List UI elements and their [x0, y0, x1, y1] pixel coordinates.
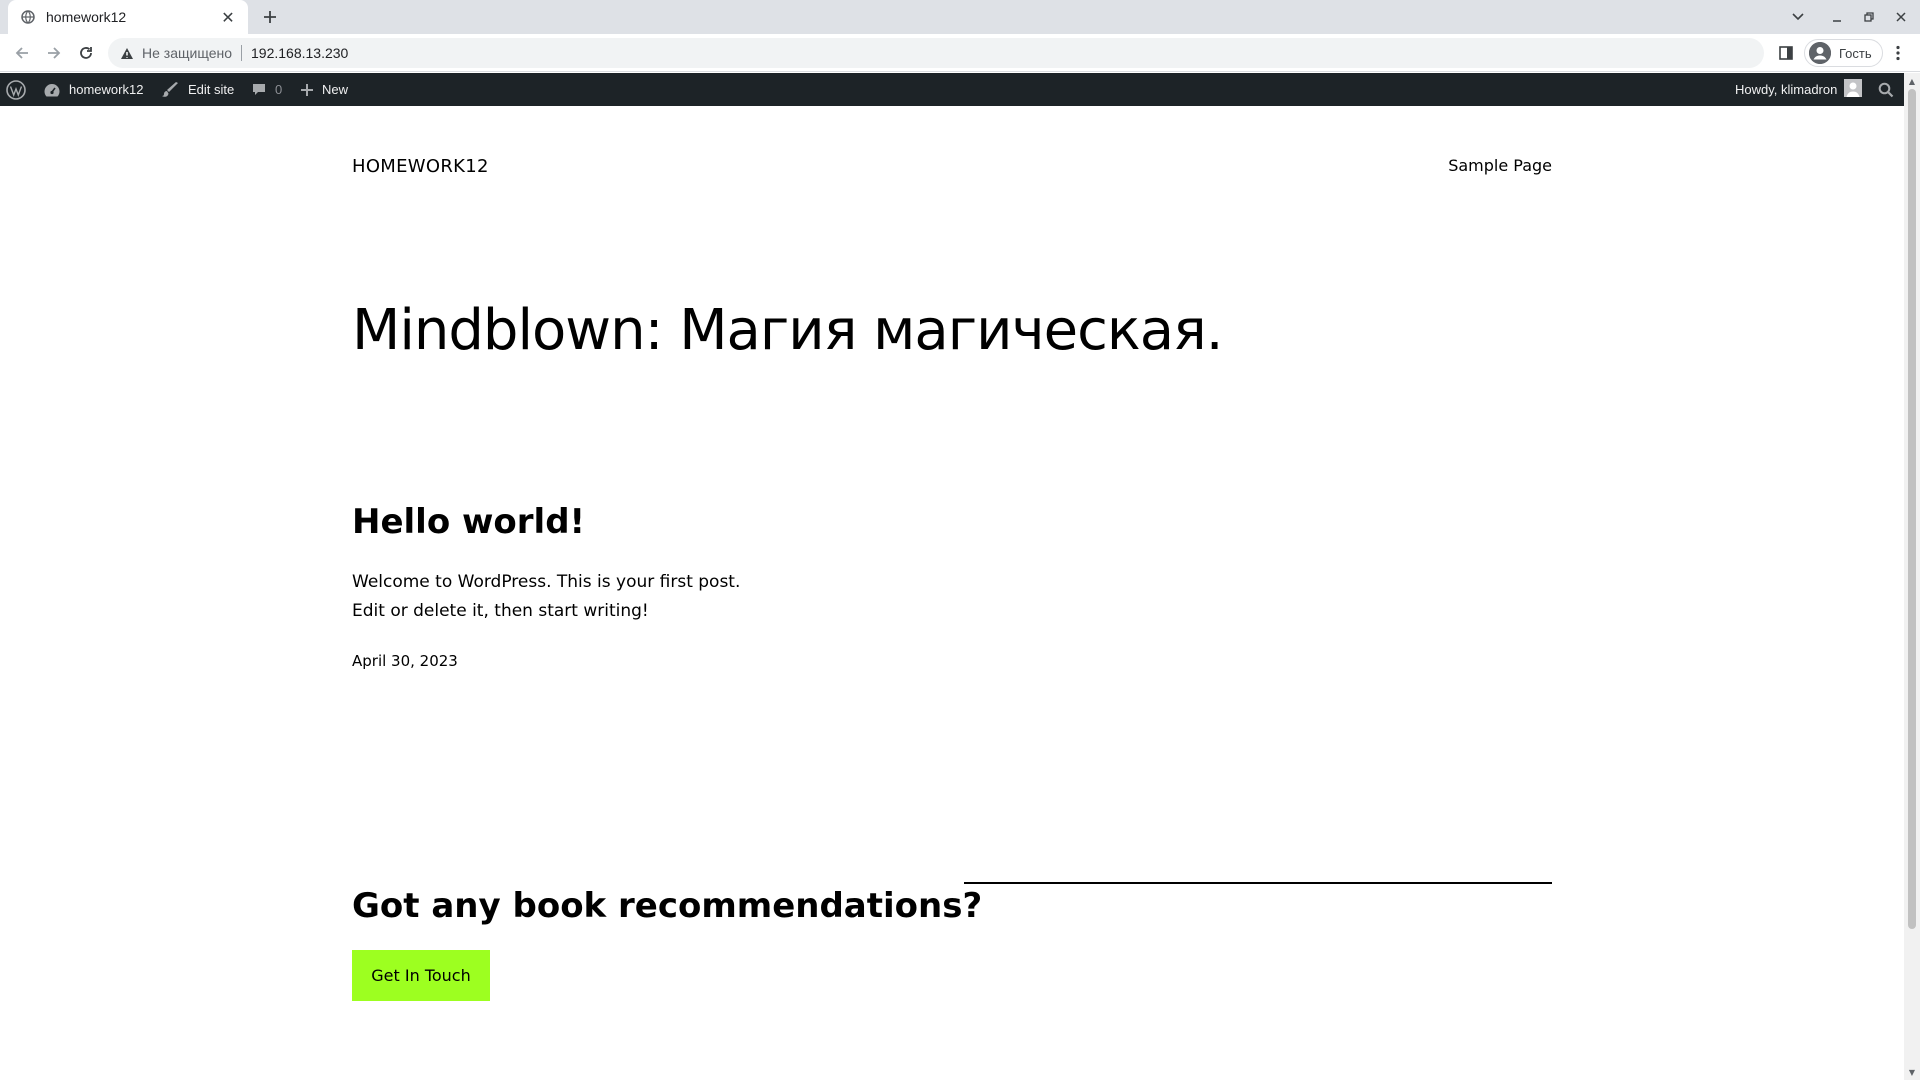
- plus-icon: [300, 83, 314, 97]
- howdy-label: Howdy, klimadron: [1735, 82, 1838, 97]
- plus-icon: [264, 11, 276, 23]
- my-account-menu[interactable]: Howdy, klimadron: [1735, 73, 1863, 106]
- post-title[interactable]: Hello world!: [352, 502, 585, 542]
- warning-icon[interactable]: [118, 44, 136, 62]
- search-icon: [1878, 82, 1894, 97]
- browser-toolbar: Не защищено 192.168.13.230 Гость: [0, 34, 1920, 72]
- scroll-down-icon[interactable]: ▼: [1908, 1067, 1916, 1077]
- new-content-menu[interactable]: New: [300, 73, 348, 106]
- avatar-icon: [1844, 79, 1863, 100]
- side-panel-button[interactable]: [1774, 41, 1798, 65]
- profile-name: Гость: [1839, 45, 1872, 61]
- post-excerpt: Welcome to WordPress. This is your first…: [352, 568, 772, 626]
- page-content: HOMEWORK12 Sample Page Mindblown: Магия …: [0, 106, 1904, 1080]
- page-scrollbar[interactable]: ▲ ▼: [1904, 73, 1920, 1080]
- close-window-button[interactable]: [1890, 6, 1912, 28]
- edit-site-link[interactable]: Edit site: [162, 73, 234, 106]
- admin-search-button[interactable]: [1878, 73, 1894, 106]
- profile-icon: [1809, 42, 1831, 64]
- minimize-button[interactable]: [1826, 6, 1848, 28]
- separator-line: [964, 882, 1552, 884]
- tab-title: homework12: [46, 9, 127, 25]
- reload-button[interactable]: [72, 39, 100, 67]
- reload-icon: [80, 47, 92, 59]
- globe-icon: [20, 9, 36, 25]
- brush-icon: [162, 81, 180, 98]
- wp-logo-button[interactable]: [6, 73, 26, 106]
- security-label[interactable]: Не защищено: [142, 45, 232, 61]
- more-icon: [1896, 45, 1900, 61]
- new-label: New: [322, 82, 349, 97]
- restore-icon: [1864, 12, 1874, 22]
- edit-site-label: Edit site: [188, 82, 235, 97]
- forward-icon: [48, 47, 61, 59]
- comments-link[interactable]: 0: [251, 73, 282, 106]
- wp-admin-bar: homework12 Edit site 0 New Howdy, klimad…: [0, 73, 1920, 106]
- post-excerpt-line: Welcome to WordPress. This is your first…: [352, 572, 741, 592]
- post-date[interactable]: April 30, 2023: [352, 652, 458, 670]
- omnibox-divider: [241, 45, 242, 61]
- nav-sample-page[interactable]: Sample Page: [1448, 156, 1552, 175]
- get-in-touch-button[interactable]: Get In Touch: [352, 950, 490, 1001]
- close-icon[interactable]: ✕: [218, 7, 238, 27]
- site-title[interactable]: HOMEWORK12: [352, 156, 489, 177]
- address-bar[interactable]: Не защищено 192.168.13.230: [108, 38, 1764, 68]
- url-text[interactable]: 192.168.13.230: [251, 45, 348, 61]
- tab-strip: homework12 ✕: [0, 0, 1920, 34]
- site-name-label: homework12: [69, 82, 144, 97]
- wordpress-icon: [6, 79, 26, 100]
- hero-heading: Mindblown: Магия магическая.: [352, 298, 1224, 363]
- profile-button[interactable]: Гость: [1804, 39, 1883, 67]
- close-icon: [1896, 12, 1906, 22]
- back-button[interactable]: [8, 39, 36, 67]
- cta-heading: Got any book recommendations?: [352, 886, 983, 926]
- comment-icon: [251, 82, 267, 98]
- new-tab-button[interactable]: [258, 5, 282, 29]
- browser-tab[interactable]: homework12 ✕: [8, 0, 248, 34]
- scrollbar-thumb[interactable]: [1908, 89, 1916, 929]
- tab-search-button[interactable]: [1787, 6, 1809, 28]
- restore-button[interactable]: [1858, 6, 1880, 28]
- back-icon: [15, 47, 28, 59]
- minimize-icon: [1833, 20, 1841, 22]
- site-name-menu[interactable]: homework12: [43, 73, 143, 106]
- post-excerpt-line: Edit or delete it, then start writing!: [352, 601, 649, 621]
- dashboard-icon: [43, 82, 61, 98]
- forward-button[interactable]: [40, 39, 68, 67]
- comments-count: 0: [275, 82, 283, 97]
- chevron-down-icon: [1792, 13, 1804, 21]
- browser-menu-button[interactable]: [1886, 41, 1910, 65]
- sidepanel-icon: [1779, 46, 1793, 60]
- scroll-up-icon[interactable]: ▲: [1908, 76, 1916, 86]
